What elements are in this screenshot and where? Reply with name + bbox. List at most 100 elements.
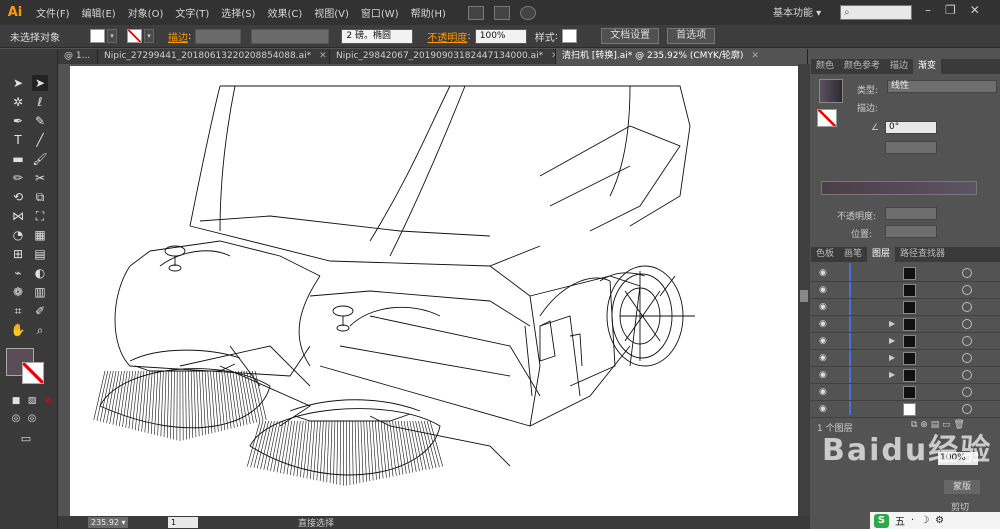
restore-icon[interactable]: ❐ xyxy=(945,3,956,17)
canvas-area[interactable] xyxy=(58,64,798,516)
expand-arrow-icon[interactable]: ▶ xyxy=(889,353,895,362)
sogou-logo-icon[interactable]: S xyxy=(874,513,889,528)
zoom-tool-icon[interactable]: ⌕ xyxy=(32,322,48,338)
menu-type[interactable]: 文字(T) xyxy=(169,5,215,20)
gradient-opacity-field[interactable] xyxy=(885,207,937,220)
draw-mode-icon[interactable]: ◎ xyxy=(8,411,24,427)
settings-icon[interactable]: ⚙ xyxy=(935,515,944,526)
close-icon[interactable]: ✕ xyxy=(970,3,980,17)
layer-target-icon[interactable] xyxy=(962,268,972,278)
visibility-eye-icon[interactable]: ◉ xyxy=(819,353,827,363)
layer-target-icon[interactable] xyxy=(962,387,972,397)
layer-row[interactable]: ◉ ▶ xyxy=(811,367,1000,384)
artboard-tool-icon[interactable]: ⌗ xyxy=(10,303,26,319)
visibility-eye-icon[interactable]: ◉ xyxy=(819,404,827,414)
tab-document-1[interactable]: @ 1... xyxy=(58,49,98,64)
none-mode-icon[interactable]: ⊘ xyxy=(40,393,56,409)
menu-effect[interactable]: 效果(C) xyxy=(261,5,308,20)
zoom-level-field[interactable]: 235.92 ▾ xyxy=(88,517,128,528)
menu-view[interactable]: 视图(V) xyxy=(308,5,355,20)
pencil-icon[interactable]: ✏ xyxy=(10,170,26,186)
stroke-weight-field[interactable] xyxy=(195,28,242,44)
visibility-eye-icon[interactable]: ◉ xyxy=(819,370,827,380)
gradient-mode-icon[interactable]: ▧ xyxy=(24,393,40,409)
mesh-tool-icon[interactable]: ⊞ xyxy=(10,246,26,262)
gradient-slider[interactable] xyxy=(821,181,977,195)
expand-arrow-icon[interactable]: ▶ xyxy=(889,336,895,345)
layer-target-icon[interactable] xyxy=(962,353,972,363)
perspective-grid-icon[interactable]: ▦ xyxy=(32,227,48,243)
layer-target-icon[interactable] xyxy=(962,285,972,295)
column-graph-icon[interactable]: ▥ xyxy=(32,284,48,300)
slice-tool-icon[interactable]: ✐ xyxy=(32,303,48,319)
workspace-switcher[interactable]: 基本功能 ▾ xyxy=(773,4,821,19)
bridge-icon[interactable] xyxy=(467,5,484,20)
layer-target-icon[interactable] xyxy=(962,404,972,414)
layer-row[interactable]: ◉ ▶ xyxy=(811,316,1000,333)
symbol-sprayer-icon[interactable]: ❁ xyxy=(10,284,26,300)
sync-icon[interactable] xyxy=(519,5,536,20)
menu-help[interactable]: 帮助(H) xyxy=(405,5,452,20)
stroke-swatch[interactable] xyxy=(127,29,142,43)
moon-icon[interactable]: ☽ xyxy=(920,515,929,526)
menu-edit[interactable]: 编辑(E) xyxy=(76,5,122,20)
layer-target-icon[interactable] xyxy=(962,319,972,329)
graphic-style-swatch[interactable] xyxy=(562,29,578,43)
arrange-documents-icon[interactable] xyxy=(493,5,510,20)
shape-builder-icon[interactable]: ◔ xyxy=(10,227,26,243)
gradient-stroke-swatch[interactable] xyxy=(817,109,837,127)
tab-brushes[interactable]: 画笔 xyxy=(839,247,867,262)
layer-row[interactable]: ◉ xyxy=(811,384,1000,401)
curvature-tool-icon[interactable]: ✎ xyxy=(32,113,48,129)
direct-selection-tool-icon[interactable]: ➤ xyxy=(32,75,48,91)
stroke-label[interactable]: 描边 xyxy=(168,29,188,44)
visibility-eye-icon[interactable]: ◉ xyxy=(819,285,827,295)
stroke-color-box[interactable] xyxy=(22,362,44,384)
gradient-aspect-field[interactable] xyxy=(885,141,937,154)
tab-swatches[interactable]: 色板 xyxy=(811,247,839,262)
ime-mode-label[interactable]: 五 xyxy=(895,513,905,528)
expand-arrow-icon[interactable]: ▶ xyxy=(889,319,895,328)
gradient-tool-icon[interactable]: ▤ xyxy=(32,246,48,262)
layer-row[interactable]: ◉ ▶ xyxy=(811,350,1000,367)
menu-file[interactable]: 文件(F) xyxy=(30,5,76,20)
document-setup-button[interactable]: 文档设置 xyxy=(601,28,660,44)
layer-row[interactable]: ◉ xyxy=(811,401,1000,418)
stroke-dropdown[interactable]: ▾ xyxy=(144,29,154,43)
type-tool-icon[interactable]: T xyxy=(10,132,26,148)
layer-row[interactable]: ◉ xyxy=(811,299,1000,316)
close-tab-icon[interactable]: ✕ xyxy=(751,51,759,61)
blend-tool-icon[interactable]: ◐ xyxy=(32,265,48,281)
punctuation-icon[interactable]: · xyxy=(911,515,914,526)
scale-tool-icon[interactable]: ⧉ xyxy=(32,189,48,205)
pen-tool-icon[interactable]: ✒ xyxy=(10,113,26,129)
paintbrush-icon[interactable]: 🖌 xyxy=(32,151,48,167)
gradient-type-select[interactable]: 线性 xyxy=(887,80,997,93)
expand-arrow-icon[interactable]: ▶ xyxy=(889,370,895,379)
visibility-eye-icon[interactable]: ◉ xyxy=(819,268,827,278)
visibility-eye-icon[interactable]: ◉ xyxy=(819,319,827,329)
width-tool-icon[interactable]: ⋈ xyxy=(10,208,26,224)
tab-color-guide[interactable]: 颜色参考 xyxy=(839,59,885,74)
free-transform-icon[interactable]: ⛶ xyxy=(32,208,48,224)
rectangle-tool-icon[interactable]: ▬ xyxy=(10,151,26,167)
tab-document-2[interactable]: Nipic_27299441_20180613220208854088.ai* ✕ xyxy=(98,49,330,64)
hand-tool-icon[interactable]: ✋ xyxy=(10,322,26,338)
tab-layers[interactable]: 图层 xyxy=(867,247,896,262)
visibility-eye-icon[interactable]: ◉ xyxy=(819,387,827,397)
menu-select[interactable]: 选择(S) xyxy=(215,5,261,20)
brush-definition-field[interactable]: 2 磅。椭圆 xyxy=(341,28,414,44)
selection-tool-icon[interactable]: ➤ xyxy=(10,75,26,91)
layer-row[interactable]: ◉ xyxy=(811,265,1000,282)
gradient-position-field[interactable] xyxy=(885,225,937,238)
layer-target-icon[interactable] xyxy=(962,336,972,346)
eyedropper-icon[interactable]: ⌁ xyxy=(10,265,26,281)
tab-document-active[interactable]: 清扫机 [转换].ai* @ 235.92% (CMYK/轮廓) ✕ xyxy=(556,49,808,64)
tab-pathfinder[interactable]: 路径查找器 xyxy=(895,247,950,262)
visibility-eye-icon[interactable]: ◉ xyxy=(819,336,827,346)
tab-document-3[interactable]: Nipic_29842067_20190903182447134000.ai*✕ xyxy=(330,49,556,64)
fill-dropdown[interactable]: ▾ xyxy=(107,29,117,43)
menu-object[interactable]: 对象(O) xyxy=(122,5,170,20)
visibility-eye-icon[interactable]: ◉ xyxy=(819,302,827,312)
artboard-navigation-field[interactable]: 1 xyxy=(168,517,198,528)
